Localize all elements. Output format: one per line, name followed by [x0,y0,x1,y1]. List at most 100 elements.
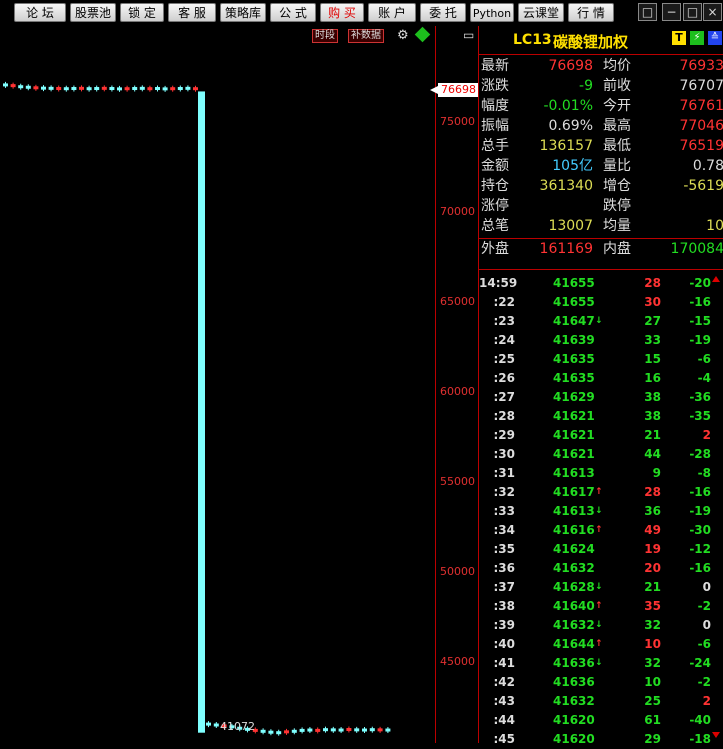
tick-price: 41617 [553,485,595,499]
tick-row[interactable]: :34 41616 ↑ 49 -30 [479,521,723,540]
scroll-up-icon[interactable] [712,276,720,282]
tick-open-interest-change: -6 [697,352,711,366]
tick-direction-icon: ↑ [595,525,603,535]
tick-open-interest-change: -4 [697,371,711,385]
tick-volume: 27 [644,314,661,328]
tick-volume: 35 [644,599,661,613]
tick-open-interest-change: 0 [702,580,711,594]
formula-button[interactable]: 公 式 [270,3,316,22]
customer-service-button[interactable]: 客 服 [168,3,216,22]
tick-row[interactable]: :23 41647 ↓ 27 -15 [479,312,723,331]
buy-button[interactable]: 购 买 [320,3,364,22]
y-tick-label: 45000 [440,655,475,668]
tick-row[interactable]: :35 41624 19 -12 [479,540,723,559]
stock-pool-button[interactable]: 股票池 [70,3,116,22]
tick-open-interest-change: -28 [689,447,711,461]
tick-row[interactable]: :40 41644 ↑ 10 -6 [479,635,723,654]
tick-open-interest-change: -12 [689,542,711,556]
tick-row[interactable]: :36 41632 20 -16 [479,559,723,578]
tick-row[interactable]: :24 41639 33 -19 [479,331,723,350]
tick-row[interactable]: :28 41621 38 -35 [479,407,723,426]
tick-volume: 29 [644,732,661,746]
quote-label: 总笔 [481,218,509,234]
tick-open-interest-change: -16 [689,485,711,499]
lightning-icon[interactable]: ⚡ [690,31,704,45]
account-button[interactable]: 账 户 [368,3,416,22]
minimize-icon[interactable]: − [662,3,681,21]
quote-label: 涨停 [481,198,509,214]
quote-label: 最低 [603,138,631,154]
tick-price: 41644 [553,637,595,651]
tick-direction-icon: ↓ [595,658,603,668]
quote-value: 76698 [548,58,593,74]
tick-volume: 20 [644,561,661,575]
tick-row[interactable]: :42 41636 10 -2 [479,673,723,692]
scroll-down-icon[interactable] [712,732,720,738]
tick-time: 14:59 [479,276,518,290]
restore-icon[interactable]: □ [638,3,657,21]
tick-row[interactable]: :33 41613 ↓ 36 -19 [479,502,723,521]
tick-time: :31 [493,466,516,480]
entrust-button[interactable]: 委 托 [420,3,466,22]
tick-row[interactable]: :39 41632 ↓ 32 0 [479,616,723,635]
tick-volume: 9 [652,466,661,480]
market-button[interactable]: 行 情 [568,3,614,22]
y-tick-label: 75000 [440,115,475,128]
quote-row: 幅度 -0.01% 今开 76761 [479,96,723,116]
tick-volume: 19 [644,542,661,556]
collapse-panel-icon[interactable]: ▭ [463,28,474,42]
tick-time: :43 [493,694,516,708]
instrument-name: 碳酸锂加权 [553,33,629,51]
tick-row[interactable]: :41 41636 ↓ 32 -24 [479,654,723,673]
tick-volume: 36 [644,504,661,518]
quote-label: 总手 [481,138,509,154]
tick-volume: 28 [644,276,661,290]
tick-row[interactable]: :31 41613 9 -8 [479,464,723,483]
tick-row[interactable]: :43 41632 25 2 [479,692,723,711]
tick-row[interactable]: :32 41617 ↑ 28 -16 [479,483,723,502]
cloud-class-button[interactable]: 云课堂 [518,3,564,22]
tick-volume: 38 [644,390,661,404]
tick-time: :38 [493,599,516,613]
tick-price: 41613 [553,504,595,518]
tick-time: :40 [493,637,516,651]
quote-value: -0.01% [543,98,593,114]
quote-label: 涨跌 [481,78,509,94]
tick-row[interactable]: :22 41655 30 -16 [479,293,723,312]
tick-open-interest-change: -24 [689,656,711,670]
current-price-tag: 76698 [438,83,478,97]
tick-row[interactable]: :29 41621 21 2 [479,426,723,445]
strategy-library-button[interactable]: 策略库 [220,3,266,22]
python-button[interactable]: Python [470,3,514,22]
tick-row[interactable]: :30 41621 44 -28 [479,445,723,464]
tick-row[interactable]: :27 41629 38 -36 [479,388,723,407]
tick-volume: 44 [644,447,661,461]
tick-row[interactable]: :38 41640 ↑ 35 -2 [479,597,723,616]
t-badge-icon[interactable]: T [672,31,686,45]
tick-row[interactable]: :44 41620 61 -40 [479,711,723,730]
tick-open-interest-change: 2 [702,428,711,442]
tick-row[interactable]: :25 41635 15 -6 [479,350,723,369]
quote-label: 最高 [603,118,631,134]
tick-time: :22 [493,295,516,309]
tick-row[interactable]: 14:59 41655 28 -20 [479,274,723,293]
tick-price: 41632 [553,618,595,632]
y-tick-label: 65000 [440,295,475,308]
tick-time: :25 [493,352,516,366]
lock-button[interactable]: 锁 定 [120,3,164,22]
quote-row: 最新 76698 均价 76933 [479,56,723,76]
switch-icon[interactable]: ≙ [708,31,722,45]
y-tick-label: 60000 [440,385,475,398]
tick-time: :29 [493,428,516,442]
tick-row[interactable]: :45 41620 29 -18 [479,730,723,749]
tick-direction-icon: ↑ [595,487,603,497]
forum-button[interactable]: 论 坛 [14,3,66,22]
tick-row[interactable]: :26 41635 16 -4 [479,369,723,388]
maximize-icon[interactable]: □ [683,3,702,21]
tick-row[interactable]: :37 41628 ↓ 21 0 [479,578,723,597]
price-chart[interactable]: 时段 补数据 ⚙ ▭ 75000 70000 65000 60000 55000… [0,26,478,743]
close-icon[interactable]: × [703,3,722,21]
quote-value: 76761 [679,98,723,114]
tick-volume: 10 [644,675,661,689]
quote-row: 总笔 13007 均量 10 [479,216,723,236]
